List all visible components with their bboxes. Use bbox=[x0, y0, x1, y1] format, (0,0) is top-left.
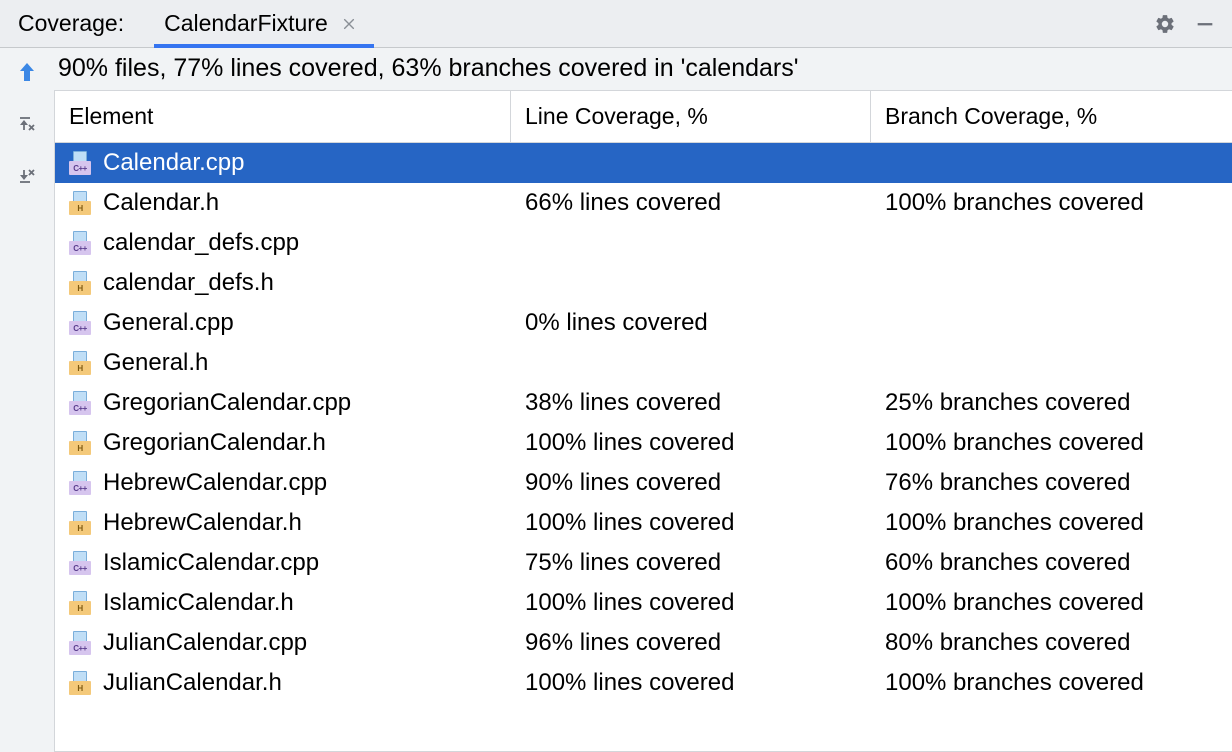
coverage-gutter bbox=[0, 48, 54, 752]
navigate-up-icon[interactable] bbox=[15, 60, 39, 84]
file-name: General.cpp bbox=[103, 309, 234, 337]
cell-line-coverage: 100% lines covered bbox=[511, 429, 871, 457]
coverage-summary: 90% files, 77% lines covered, 63% branch… bbox=[54, 48, 1232, 88]
close-icon[interactable] bbox=[342, 17, 356, 31]
cell-line-coverage: 38% lines covered bbox=[511, 389, 871, 417]
cell-element: C++ GregorianCalendar.cpp bbox=[55, 389, 511, 417]
cpp-file-icon: C++ bbox=[69, 391, 95, 415]
gear-icon[interactable] bbox=[1154, 13, 1176, 35]
cell-line-coverage: 100% lines covered bbox=[511, 509, 871, 537]
header-file-icon: H bbox=[69, 431, 95, 455]
cell-branch-coverage: 100% branches covered bbox=[871, 429, 1232, 457]
cell-branch-coverage: 100% branches covered bbox=[871, 509, 1232, 537]
cell-element: H GregorianCalendar.h bbox=[55, 429, 511, 457]
cpp-file-icon: C++ bbox=[69, 471, 95, 495]
table-row[interactable]: H IslamicCalendar.h 100% lines covered100%… bbox=[55, 583, 1232, 623]
cell-element: C++ General.cpp bbox=[55, 309, 511, 337]
panel-body: 90% files, 77% lines covered, 63% branch… bbox=[0, 48, 1232, 752]
cell-branch-coverage: 60% branches covered bbox=[871, 549, 1232, 577]
table-row[interactable]: C++ JulianCalendar.cpp 96% lines covered80… bbox=[55, 623, 1232, 663]
cell-element: H Calendar.h bbox=[55, 189, 511, 217]
cell-line-coverage: 66% lines covered bbox=[511, 189, 871, 217]
cell-branch-coverage: 100% branches covered bbox=[871, 669, 1232, 697]
cell-line-coverage: 100% lines covered bbox=[511, 669, 871, 697]
file-name: Calendar.cpp bbox=[103, 149, 244, 177]
cell-branch-coverage: 25% branches covered bbox=[871, 389, 1232, 417]
tab-bar: Coverage: CalendarFixture bbox=[0, 0, 1232, 48]
tab-calendarfixture[interactable]: CalendarFixture bbox=[154, 0, 374, 48]
file-name: calendar_defs.h bbox=[103, 269, 274, 297]
file-name: HebrewCalendar.h bbox=[103, 509, 302, 537]
cell-line-coverage: 0% lines covered bbox=[511, 309, 871, 337]
cell-element: H HebrewCalendar.h bbox=[55, 509, 511, 537]
file-name: Calendar.h bbox=[103, 189, 219, 217]
file-name: HebrewCalendar.cpp bbox=[103, 469, 327, 497]
expand-up-icon[interactable] bbox=[15, 112, 39, 136]
column-line-coverage[interactable]: Line Coverage, % bbox=[511, 91, 871, 142]
cell-branch-coverage: 100% branches covered bbox=[871, 189, 1232, 217]
column-branch-coverage[interactable]: Branch Coverage, % bbox=[871, 91, 1232, 142]
cpp-file-icon: C++ bbox=[69, 151, 95, 175]
cell-branch-coverage: 76% branches covered bbox=[871, 469, 1232, 497]
table-row[interactable]: H General.h bbox=[55, 343, 1232, 383]
coverage-panel: Coverage: CalendarFixture bbox=[0, 0, 1232, 752]
minimize-icon[interactable] bbox=[1194, 13, 1216, 35]
panel-toolbar bbox=[1154, 13, 1232, 35]
file-name: GregorianCalendar.h bbox=[103, 429, 326, 457]
panel-title: Coverage: bbox=[12, 10, 130, 37]
file-name: GregorianCalendar.cpp bbox=[103, 389, 351, 417]
cell-element: C++ calendar_defs.cpp bbox=[55, 229, 511, 257]
table-row[interactable]: C++ General.cpp 0% lines covered bbox=[55, 303, 1232, 343]
file-name: IslamicCalendar.cpp bbox=[103, 549, 319, 577]
table-row[interactable]: C++ IslamicCalendar.cpp 75% lines covered6… bbox=[55, 543, 1232, 583]
file-name: JulianCalendar.h bbox=[103, 669, 282, 697]
table-row[interactable]: C++ GregorianCalendar.cpp 38% lines covere… bbox=[55, 383, 1232, 423]
table-row[interactable]: H JulianCalendar.h 100% lines covered100% … bbox=[55, 663, 1232, 703]
table-row[interactable]: H HebrewCalendar.h 100% lines covered100% … bbox=[55, 503, 1232, 543]
cpp-file-icon: C++ bbox=[69, 311, 95, 335]
cell-element: Hcalendar_defs.h bbox=[55, 269, 511, 297]
cell-element: C++ IslamicCalendar.cpp bbox=[55, 549, 511, 577]
header-file-icon: H bbox=[69, 351, 95, 375]
coverage-main: 90% files, 77% lines covered, 63% branch… bbox=[54, 48, 1232, 752]
cell-line-coverage: 90% lines covered bbox=[511, 469, 871, 497]
table-body: C++ Calendar.cpp H Calendar.h 66% lines cove… bbox=[55, 143, 1232, 751]
header-file-icon: H bbox=[69, 271, 95, 295]
cpp-file-icon: C++ bbox=[69, 231, 95, 255]
cell-branch-coverage: 80% branches covered bbox=[871, 629, 1232, 657]
table-row[interactable]: Hcalendar_defs.h bbox=[55, 263, 1232, 303]
file-name: JulianCalendar.cpp bbox=[103, 629, 307, 657]
file-name: calendar_defs.cpp bbox=[103, 229, 299, 257]
table-row[interactable]: H GregorianCalendar.h 100% lines covered10… bbox=[55, 423, 1232, 463]
column-element[interactable]: Element bbox=[55, 91, 511, 142]
header-file-icon: H bbox=[69, 591, 95, 615]
cpp-file-icon: C++ bbox=[69, 551, 95, 575]
header-file-icon: H bbox=[69, 671, 95, 695]
cell-line-coverage: 100% lines covered bbox=[511, 589, 871, 617]
file-name: IslamicCalendar.h bbox=[103, 589, 294, 617]
cell-line-coverage: 75% lines covered bbox=[511, 549, 871, 577]
expand-down-icon[interactable] bbox=[15, 164, 39, 188]
table-header: Element Line Coverage, % Branch Coverage… bbox=[55, 91, 1232, 143]
coverage-table: Element Line Coverage, % Branch Coverage… bbox=[54, 90, 1232, 752]
cell-element: C++ Calendar.cpp bbox=[55, 149, 511, 177]
cell-element: H IslamicCalendar.h bbox=[55, 589, 511, 617]
header-file-icon: H bbox=[69, 191, 95, 215]
cell-element: C++ HebrewCalendar.cpp bbox=[55, 469, 511, 497]
file-name: General.h bbox=[103, 349, 208, 377]
cell-branch-coverage: 100% branches covered bbox=[871, 589, 1232, 617]
cell-element: C++ JulianCalendar.cpp bbox=[55, 629, 511, 657]
table-row[interactable]: H Calendar.h 66% lines covered100% branche… bbox=[55, 183, 1232, 223]
cell-element: H General.h bbox=[55, 349, 511, 377]
header-file-icon: H bbox=[69, 511, 95, 535]
table-row[interactable]: C++ HebrewCalendar.cpp 90% lines covered76… bbox=[55, 463, 1232, 503]
tab-label: CalendarFixture bbox=[164, 10, 328, 37]
table-row[interactable]: C++ calendar_defs.cpp bbox=[55, 223, 1232, 263]
cell-element: H JulianCalendar.h bbox=[55, 669, 511, 697]
table-row[interactable]: C++ Calendar.cpp bbox=[55, 143, 1232, 183]
cpp-file-icon: C++ bbox=[69, 631, 95, 655]
cell-line-coverage: 96% lines covered bbox=[511, 629, 871, 657]
